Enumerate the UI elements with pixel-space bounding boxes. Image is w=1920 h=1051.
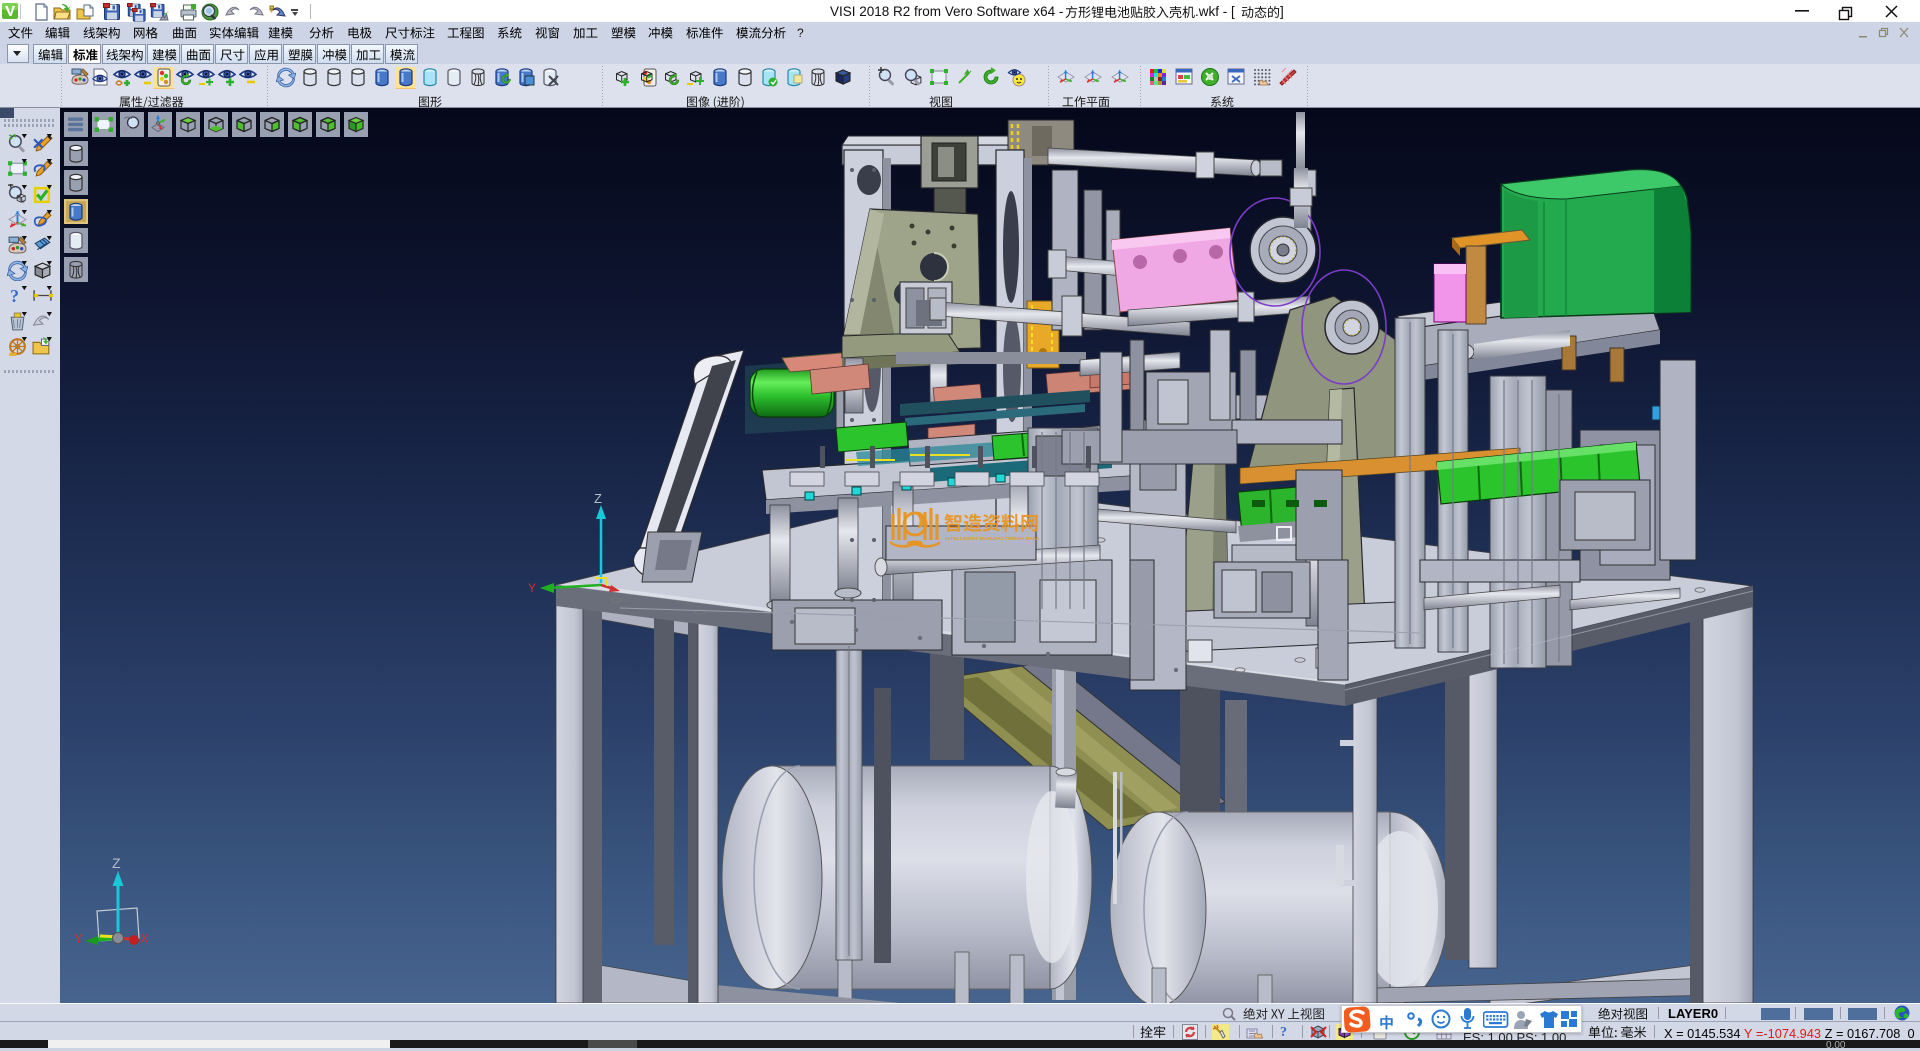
svg-text:?: ?: [10, 286, 19, 306]
svg-text:Z: Z: [112, 855, 121, 871]
svg-text:Y: Y: [74, 931, 83, 946]
svg-text:X: X: [140, 931, 149, 946]
svg-text:INTELLIGENT MANUFACTURING DATA: INTELLIGENT MANUFACTURING DATA: [945, 536, 1039, 542]
svg-text:Y: Y: [528, 581, 536, 595]
svg-text:Z: Z: [594, 491, 602, 506]
